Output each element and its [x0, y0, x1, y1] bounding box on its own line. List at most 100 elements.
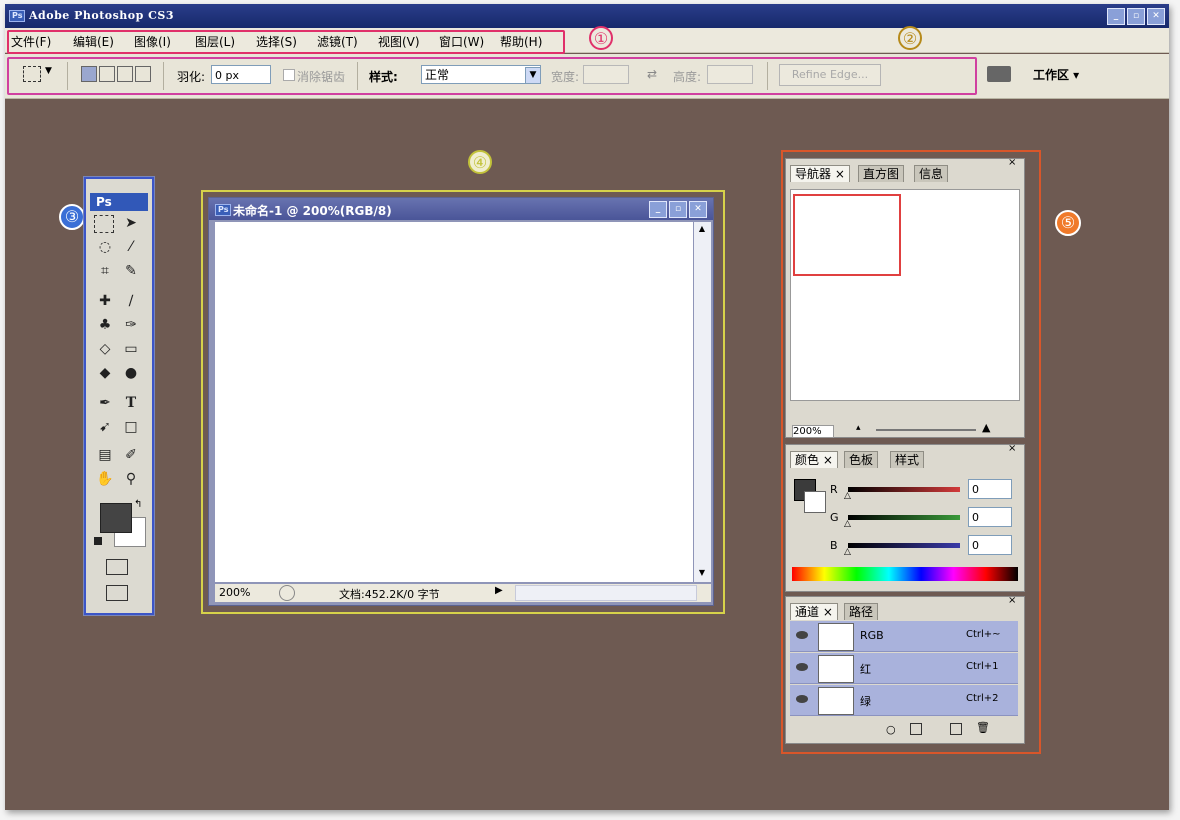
- b-input[interactable]: 0: [968, 535, 1012, 555]
- visibility-eye-icon[interactable]: [796, 631, 808, 639]
- quick-mask-icon[interactable]: [106, 559, 128, 575]
- clone-stamp-icon[interactable]: ♣: [94, 315, 116, 335]
- zoom-in-icon[interactable]: ▲: [982, 421, 990, 434]
- scroll-up-icon[interactable]: ▲: [696, 224, 708, 236]
- gradient-tool-icon[interactable]: ▭: [120, 339, 142, 359]
- pen-tool-icon[interactable]: ✒: [94, 393, 116, 413]
- channels-panel: 通道 × 路径 × RGB Ctrl+~ 红 Ctrl+1 绿 Ctrl+2 ○…: [785, 595, 1025, 744]
- channel-name: RGB: [860, 629, 884, 642]
- color-panel: 颜色 × 色板 样式 × R △ 0 G △ 0 B △ 0: [785, 443, 1025, 592]
- path-select-icon[interactable]: ➹: [94, 417, 116, 437]
- document-zoom[interactable]: 200%: [219, 586, 250, 599]
- hand-tool-icon[interactable]: ✋: [94, 469, 116, 489]
- horizontal-scrollbar[interactable]: [515, 585, 697, 601]
- scroll-down-icon[interactable]: ▼: [696, 568, 708, 580]
- channel-shortcut: Ctrl+~: [966, 629, 1001, 640]
- tools-panel-header: Ps: [90, 193, 148, 211]
- eraser-tool-icon[interactable]: ◇: [94, 339, 116, 359]
- panel-close-icon[interactable]: ×: [1008, 443, 1016, 454]
- slider-marker-icon[interactable]: △: [844, 519, 851, 529]
- callout-5: ⑤: [1055, 210, 1081, 236]
- tab-info[interactable]: 信息: [914, 165, 949, 182]
- history-brush-icon[interactable]: ✑: [120, 315, 142, 335]
- panel-close-icon[interactable]: ×: [1008, 157, 1016, 168]
- channel-thumbnail: [818, 655, 854, 683]
- channel-row[interactable]: 红 Ctrl+1: [790, 653, 1018, 684]
- move-tool-icon[interactable]: ➤: [120, 213, 142, 233]
- brush-tool-icon[interactable]: ∕: [120, 291, 142, 311]
- visibility-eye-icon[interactable]: [796, 663, 808, 671]
- notes-tool-icon[interactable]: ▤: [94, 445, 116, 465]
- r-input[interactable]: 0: [968, 479, 1012, 499]
- tab-histogram[interactable]: 直方图: [858, 165, 905, 182]
- workspace-button[interactable]: 工作区 ▾: [1033, 66, 1079, 83]
- visibility-eye-icon[interactable]: [796, 695, 808, 703]
- swap-colors-icon[interactable]: ↰: [134, 499, 142, 510]
- crop-tool-icon[interactable]: ⌗: [94, 261, 116, 281]
- photoshop-window: Ps Adobe Photoshop CS3 _ ▫ ✕ 文件(F) 编辑(E)…: [5, 4, 1169, 810]
- screen-mode-icon[interactable]: [106, 585, 128, 601]
- channel-name: 绿: [860, 695, 871, 708]
- file-browser-icon[interactable]: [987, 66, 1011, 82]
- b-label: B: [830, 539, 838, 552]
- status-menu-icon[interactable]: ▶: [495, 585, 503, 596]
- slider-marker-icon[interactable]: △: [844, 547, 851, 557]
- navigator-view-box[interactable]: [793, 194, 901, 276]
- color-spectrum-bar[interactable]: [792, 567, 1018, 581]
- navigator-zoom-slider[interactable]: [876, 429, 976, 431]
- info-icon[interactable]: [279, 585, 295, 601]
- healing-brush-icon[interactable]: ✚: [94, 291, 116, 311]
- channel-name: 红: [860, 663, 871, 676]
- load-selection-icon[interactable]: ○: [886, 723, 896, 736]
- photoshop-logo-icon: Ps: [9, 10, 26, 22]
- eyedropper-icon[interactable]: ✐: [120, 445, 142, 465]
- marquee-tool-icon[interactable]: [94, 215, 114, 233]
- minimize-button[interactable]: _: [1107, 8, 1125, 25]
- tab-swatches[interactable]: 色板: [844, 451, 879, 468]
- channel-shortcut: Ctrl+1: [966, 661, 999, 672]
- close-button[interactable]: ✕: [1147, 8, 1165, 25]
- tab-styles[interactable]: 样式: [890, 451, 925, 468]
- navigator-zoom[interactable]: 200%: [792, 425, 834, 438]
- magic-wand-icon[interactable]: ⁄: [120, 237, 142, 257]
- dodge-tool-icon[interactable]: ●: [120, 363, 142, 383]
- vertical-scrollbar[interactable]: ▲ ▼: [694, 222, 711, 582]
- navigator-preview[interactable]: [790, 189, 1020, 401]
- foreground-color-swatch-top[interactable]: [100, 503, 132, 533]
- rectangle-tool-icon[interactable]: □: [120, 417, 142, 437]
- g-input[interactable]: 0: [968, 507, 1012, 527]
- save-selection-icon[interactable]: [910, 723, 922, 735]
- slider-marker-icon[interactable]: △: [844, 491, 851, 501]
- channel-row[interactable]: 绿 Ctrl+2: [790, 685, 1018, 716]
- document-title-bar: Ps 未命名-1 @ 200%(RGB/8) _ ▫ ✕: [209, 198, 713, 220]
- bg-color-swatch[interactable]: [804, 491, 826, 513]
- tab-paths[interactable]: 路径: [844, 603, 879, 620]
- document-status-bar: 200% 文档:452.2K/0 字节 ▶: [215, 584, 711, 602]
- blur-tool-icon[interactable]: ◆: [94, 363, 116, 383]
- slice-tool-icon[interactable]: ✎: [120, 261, 142, 281]
- panel-close-icon[interactable]: ×: [1008, 595, 1016, 606]
- tools-panel: Ps ➤ ◌ ⁄ ⌗ ✎ ✚ ∕ ♣ ✑ ◇ ▭ ◆ ● ✒ T ➹ □ ▤ ✐…: [83, 176, 155, 616]
- trash-icon[interactable]: 🗑: [976, 721, 990, 734]
- new-channel-icon[interactable]: [950, 723, 962, 735]
- tab-navigator[interactable]: 导航器 ×: [790, 165, 850, 182]
- lasso-tool-icon[interactable]: ◌: [94, 237, 116, 257]
- zoom-tool-icon[interactable]: ⚲: [120, 469, 142, 489]
- document-canvas[interactable]: [215, 222, 693, 582]
- options-bar-highlight: [7, 57, 977, 95]
- callout-2: ②: [898, 26, 922, 50]
- tab-color[interactable]: 颜色 ×: [790, 451, 838, 468]
- r-slider[interactable]: [848, 487, 960, 492]
- default-colors-icon[interactable]: [94, 537, 102, 545]
- doc-close-button[interactable]: ✕: [689, 201, 707, 218]
- b-slider[interactable]: [848, 543, 960, 548]
- restore-button[interactable]: ▫: [1127, 8, 1145, 25]
- doc-restore-button[interactable]: ▫: [669, 201, 687, 218]
- doc-minimize-button[interactable]: _: [649, 201, 667, 218]
- zoom-out-icon[interactable]: ▴: [856, 423, 861, 433]
- document-window: Ps 未命名-1 @ 200%(RGB/8) _ ▫ ✕ ▲ ▼ 200% 文档…: [208, 197, 714, 606]
- tab-channels[interactable]: 通道 ×: [790, 603, 838, 620]
- type-tool-icon[interactable]: T: [120, 393, 142, 413]
- channel-row[interactable]: RGB Ctrl+~: [790, 621, 1018, 652]
- g-slider[interactable]: [848, 515, 960, 520]
